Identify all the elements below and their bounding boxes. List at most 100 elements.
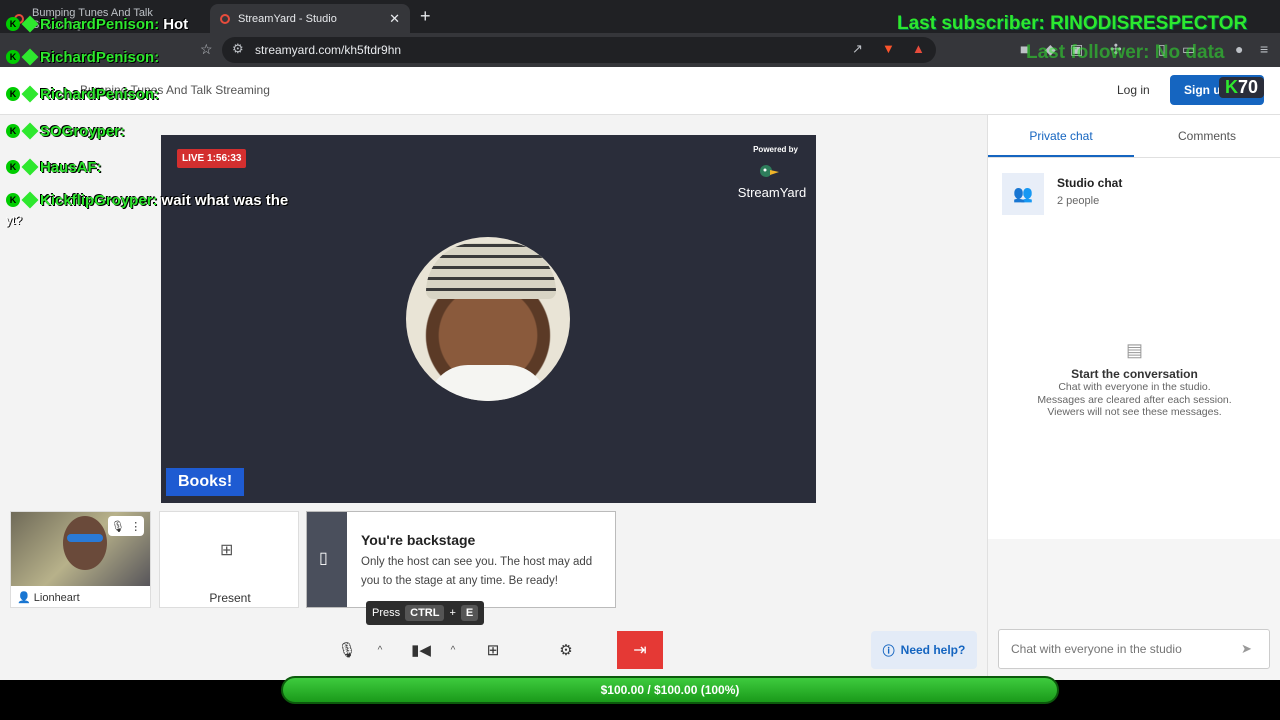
last-subscriber-overlay: Last subscriber: RINODISRESPECTOR (897, 13, 1248, 34)
leave-studio-button[interactable]: ⇥ (617, 631, 663, 669)
chat-username: SOGroyper: (40, 122, 126, 140)
stage-banner[interactable]: Books! (166, 468, 245, 496)
tab-divider (988, 157, 1280, 158)
camera-options-chevron-icon[interactable]: ^ (443, 632, 463, 668)
chat-overlay-line: K RichardPenison: (6, 45, 163, 69)
menu-icon[interactable]: ≡ (1260, 41, 1268, 57)
tab-private-chat[interactable]: Private chat (988, 115, 1134, 157)
guest-tools: 🎙 ⋮ (108, 516, 144, 536)
chat-username: RichardPenison: (40, 15, 160, 33)
chat-username: KickflipGroyper: (40, 191, 158, 209)
studio-chat-item[interactable]: 👥 Studio chat 2 people (1002, 173, 1267, 215)
chat-username: RichardPenison: (40, 85, 160, 103)
kick-badge-icon: K (6, 124, 20, 138)
empty-chat-line: Viewers will not see these messages. (1047, 406, 1222, 418)
browser-tab-active[interactable]: StreamYard - Studio ✕ (210, 4, 410, 33)
streamyard-logo: StreamYard (736, 163, 808, 203)
duck-logo-icon (760, 165, 779, 177)
more-options-icon[interactable]: ⋮ (130, 520, 141, 533)
guest-name: 👤 Lionheart (17, 591, 80, 604)
people-icon: 👥 (1002, 173, 1044, 215)
chat-input[interactable] (998, 629, 1270, 669)
guest-head (63, 516, 107, 570)
tooltip-key-ctrl: CTRL (405, 605, 445, 621)
camera-toggle-button[interactable]: ▮◀ (404, 632, 438, 668)
present-label: Present (209, 591, 251, 605)
login-link[interactable]: Log in (1117, 83, 1150, 97)
backstage-description: Only the host can see you. The host may … (361, 556, 593, 587)
microphone-toggle-button[interactable]: 🎙 (334, 632, 360, 668)
host-avatar (406, 237, 570, 401)
kick-badge-icon: K (6, 193, 20, 207)
kick-badge-icon: K (6, 50, 20, 64)
url-text: streamyard.com/kh5ftdr9hn (255, 43, 402, 57)
kick-logo: K (1225, 77, 1238, 97)
live-timer-badge: LIVE 1:56:33 (177, 149, 247, 168)
bookmark-icon[interactable]: ☆ (200, 41, 213, 58)
tooltip-plus: + (449, 607, 456, 619)
diamond-badge-icon (21, 158, 39, 176)
share-screen-button[interactable]: ⊞ (480, 632, 506, 668)
present-button[interactable]: ⊞ Present (159, 511, 299, 608)
guest-glasses (67, 534, 103, 542)
brand-name: StreamYard (737, 185, 807, 200)
address-bar[interactable]: ⚙ streamyard.com/kh5ftdr9hn ↗ ▼ ▲ (222, 37, 936, 63)
person-icon: 👤 (17, 592, 31, 604)
diamond-badge-icon (21, 191, 39, 209)
powered-by-label: Powered by (753, 145, 798, 154)
present-screen-icon: ⊞ (220, 542, 234, 559)
empty-chat-state: ▤ Start the conversation Chat with every… (988, 340, 1280, 419)
kick-badge-icon: K (6, 17, 20, 31)
donation-goal-bar: $100.00 / $100.00 (100%) (281, 676, 1059, 704)
empty-chat-line: Chat with everyone in the studio. (1058, 381, 1211, 393)
tab-title: StreamYard - Studio (238, 12, 337, 25)
share-icon[interactable]: ↗ (852, 41, 863, 57)
need-help-label: Need help? (900, 643, 966, 657)
microphone-icon[interactable]: 🎙 (111, 520, 125, 533)
tooltip-key-e: E (460, 605, 479, 621)
backstage-notice: ▯ You're backstage Only the host can see… (306, 511, 616, 608)
diamond-badge-icon (21, 15, 39, 33)
send-icon[interactable]: ➤ (1241, 641, 1252, 657)
help-icon: ⓘ (882, 643, 895, 658)
door-icon: ▯ (307, 512, 347, 607)
guest-tile[interactable]: 🎙 ⋮ 👤 Lionheart (10, 511, 151, 608)
mic-options-chevron-icon[interactable]: ^ (370, 632, 390, 668)
profile-icon[interactable]: ● (1235, 41, 1243, 57)
empty-chat-line: Messages are cleared after each session. (1037, 393, 1232, 406)
chat-overlay-line: K KickflipGroyper: wait what was the (6, 188, 288, 212)
kick-badge-icon: K (6, 87, 20, 101)
need-help-button[interactable]: ⓘ Need help? (871, 631, 977, 669)
empty-chat-heading: Start the conversation (1071, 367, 1198, 381)
tab-comments[interactable]: Comments (1134, 115, 1280, 157)
diamond-badge-icon (21, 122, 39, 140)
host-hat (426, 243, 556, 299)
chat-message: Hot (163, 15, 189, 33)
page-header: Bumping Tunes And Talk Streaming Log in … (0, 67, 1280, 115)
chat-panel: Private chat Comments 👥 Studio chat 2 pe… (987, 115, 1280, 680)
viewer-count: 70 (1238, 77, 1259, 97)
tooltip-press: Press (372, 607, 401, 619)
kick-viewer-badge: K70 (1219, 77, 1265, 98)
settings-button[interactable]: ⚙ (553, 632, 579, 668)
brave-shield-icon[interactable]: ▼ (882, 41, 895, 56)
chat-username: RichardPenison: (40, 48, 160, 66)
shortcut-tooltip: Press CTRL + E (366, 601, 485, 625)
new-tab-button[interactable]: + (420, 6, 431, 27)
close-tab-icon[interactable]: ✕ (389, 11, 400, 27)
guest-name-label: Lionheart (33, 592, 80, 604)
chat-message: wait what was the (161, 191, 289, 209)
studio-chat-name: Studio chat (1057, 176, 1123, 190)
record-icon (220, 13, 230, 24)
chat-overlay-line: K RichardPenison: (6, 82, 163, 106)
chat-username: HausAF: (40, 158, 102, 176)
chat-message-continuation: yt? (6, 213, 23, 227)
rewards-icon[interactable]: ▲ (912, 41, 925, 56)
chat-overlay-line: K HausAF: (6, 155, 106, 179)
chat-bubble-icon: ▤ (1125, 340, 1143, 360)
chat-overlay-line: K SOGroyper: (6, 119, 129, 143)
site-info-icon[interactable]: ⚙ (232, 41, 244, 57)
studio-chat-count: 2 people (1057, 195, 1100, 207)
backstage-title: You're backstage (361, 532, 476, 548)
diamond-badge-icon (21, 85, 39, 103)
